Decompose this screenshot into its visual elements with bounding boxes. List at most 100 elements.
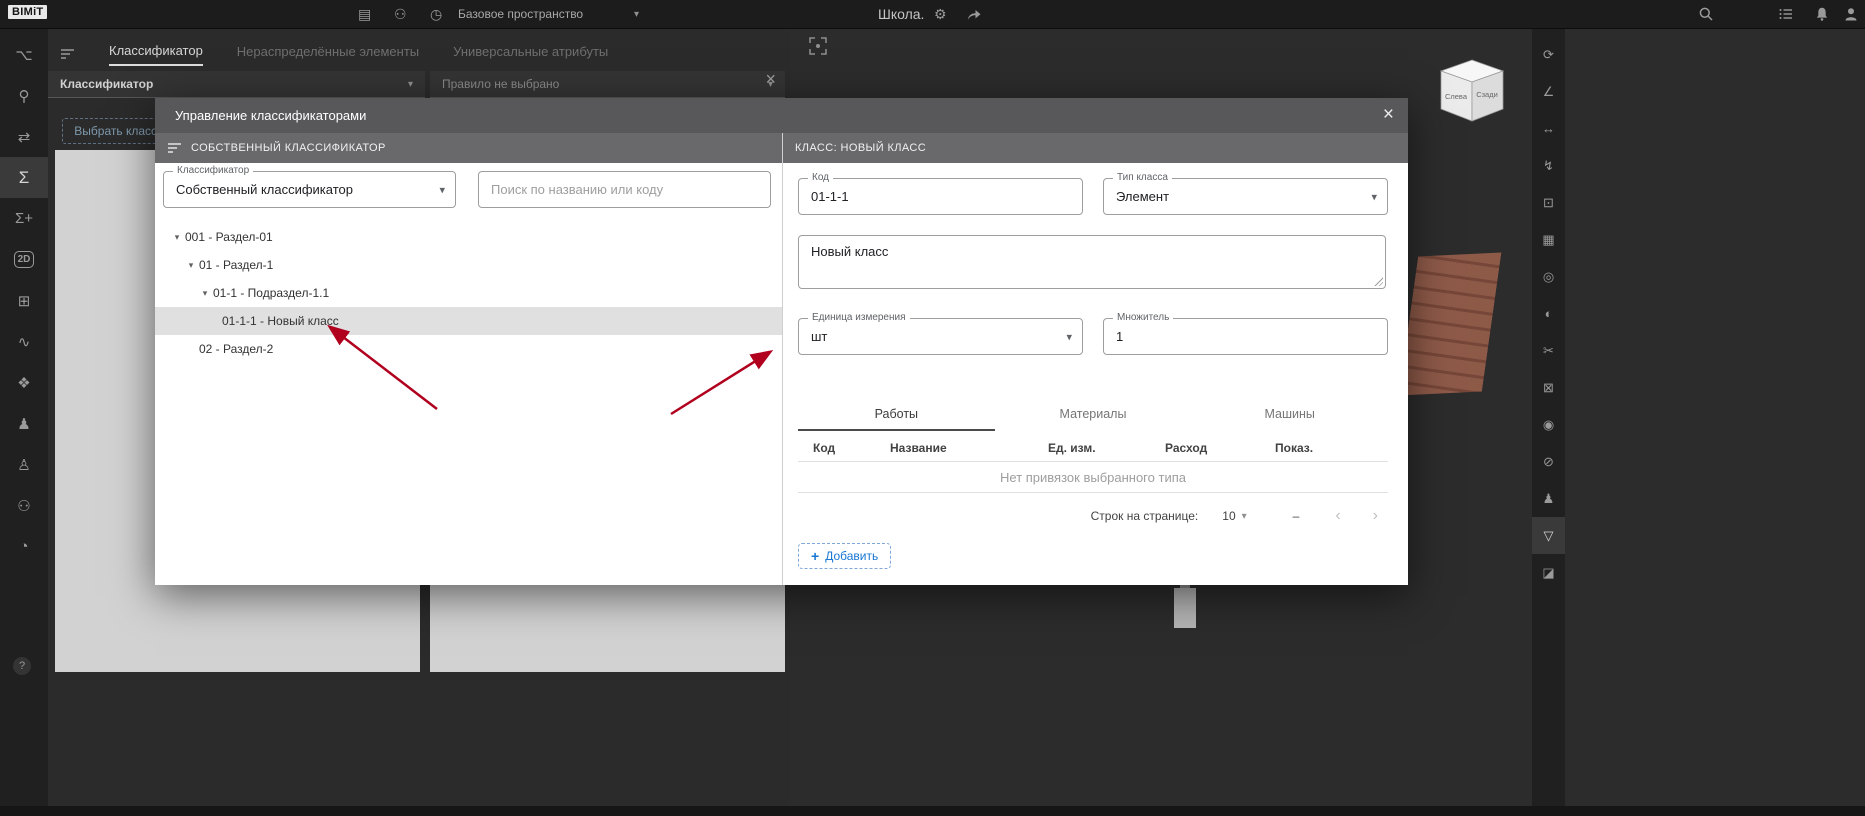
classifier-select[interactable]: Классификатор Собственный классификатор … [163, 165, 456, 208]
tree-item-razdel-01[interactable]: ▾ 001 - Раздел-01 [155, 223, 782, 251]
chevron-down-icon: ▾ [1241, 510, 1247, 522]
people-icon[interactable]: ⚇ [0, 485, 48, 526]
3d-model-brick-fragment [1399, 241, 1502, 407]
tab-universal-attributes[interactable]: Универсальные атрибуты [453, 44, 608, 65]
dialog-title: Управление классификаторами [175, 108, 367, 123]
dialog-right-pane: КЛАСС: НОВЫЙ КЛАСС Код 01-1-1 Тип класса… [783, 133, 1408, 585]
settings-gear-icon[interactable]: ⚙ [934, 0, 947, 28]
space-selector[interactable]: Базовое пространство [458, 0, 583, 28]
tree-item-razdel-1[interactable]: ▾ 01 - Раздел-1 [155, 251, 782, 279]
tree-expand-icon[interactable]: ▾ [197, 288, 213, 299]
column-header-name: Название [890, 441, 947, 455]
clip-box-icon[interactable]: ⊠ [1532, 369, 1565, 406]
bindings-tab-bar: Работы Материалы Машины [798, 401, 1388, 431]
rows-per-page-label: Строк на странице: [1090, 509, 1199, 523]
ruler-icon[interactable]: ∠ [1532, 73, 1565, 110]
multiplier-field[interactable]: Множитель 1 [1103, 312, 1388, 355]
page-range-text: – [1292, 509, 1300, 523]
class-name-value: Новый класс [811, 244, 889, 259]
class-type-value: Элемент [1116, 189, 1170, 204]
space-selector-label: Базовое пространство [458, 7, 584, 21]
class-name-textarea[interactable]: Новый класс [798, 235, 1386, 289]
tab-materials[interactable]: Материалы [995, 401, 1192, 431]
collaboration-icon[interactable]: ⚇ [394, 0, 407, 28]
tree-item-label: 001 - Раздел-01 [185, 230, 273, 244]
3d-model-pillar [1174, 588, 1196, 628]
column-header-consumption: Расход [1165, 441, 1208, 455]
classifier-search-input[interactable] [478, 171, 771, 208]
dimension-icon[interactable]: ↔ [1532, 110, 1565, 147]
rows-per-page-select[interactable]: 10 ▾ [1222, 509, 1246, 523]
help-button[interactable]: ? [13, 657, 31, 675]
globe-icon[interactable]: ◐ [1532, 295, 1565, 332]
tab-unassigned-elements[interactable]: Нераспределённые элементы [237, 44, 419, 65]
tree-item-podrazdel-1-1[interactable]: ▾ 01-1 - Подраздел-1.1 [155, 279, 782, 307]
next-page-icon[interactable]: › [1373, 508, 1378, 524]
lightning-icon[interactable]: ↯ [1532, 147, 1565, 184]
add-binding-button[interactable]: + Добавить [798, 543, 892, 569]
plugins-icon[interactable]: ❖ [0, 362, 48, 403]
chevron-down-icon: ▾ [1066, 331, 1072, 343]
status-bar [0, 806, 1865, 816]
notifications-bell-icon[interactable] [1814, 0, 1830, 28]
links-icon[interactable]: ⇄ [0, 116, 48, 157]
account-sync-icon[interactable]: ◷ [430, 0, 442, 28]
sort-menu-icon[interactable] [60, 48, 75, 60]
grid-icon[interactable]: ▦ [1532, 221, 1565, 258]
add-binding-label: Добавить [825, 549, 879, 563]
tree-expand-icon[interactable]: ▾ [169, 232, 185, 243]
hide-eye-icon[interactable]: ⊘ [1532, 443, 1565, 480]
focus-target-icon[interactable]: ◎ [1532, 258, 1565, 295]
previous-page-icon[interactable]: ‹ [1335, 508, 1340, 524]
unit-select[interactable]: Единица измерения шт ▾ [798, 312, 1083, 355]
tab-works[interactable]: Работы [798, 401, 995, 431]
class-type-select[interactable]: Тип класса Элемент ▾ [1103, 172, 1388, 215]
person-icon[interactable]: ♟ [0, 403, 48, 444]
tab-machines[interactable]: Машины [1191, 401, 1388, 431]
view-2d-icon[interactable]: 2D [0, 239, 48, 280]
cube-face-label-left: Слева [1445, 92, 1468, 101]
tree-expand-icon[interactable]: ▾ [183, 260, 199, 271]
tree-item-label: 02 - Раздел-2 [199, 342, 274, 356]
user-avatar-icon[interactable] [1843, 0, 1859, 28]
bindings-table-header: Код Название Ед. изм. Расход Показ. [798, 435, 1388, 462]
person-export-icon[interactable]: ♙ [0, 444, 48, 485]
orbit-icon[interactable]: ⟳ [1532, 36, 1565, 73]
sum-classifier-icon[interactable]: Σ [0, 157, 48, 198]
rule-filter-dropdown[interactable]: Правило не выбрано ▾ [430, 71, 785, 98]
right-empty-area [1565, 28, 1865, 806]
tree-item-razdel-2[interactable]: 02 - Раздел-2 [155, 335, 782, 363]
tree-item-novyy-klass-selected[interactable]: 01-1-1 - Новый класс [155, 307, 782, 335]
pagination-bar: Строк на странице: 10 ▾ – ‹ › [798, 501, 1388, 531]
classifier-filter-dropdown[interactable]: Классификатор ▾ [48, 71, 425, 98]
right-toolbar: ⟳ ∠ ↔ ↯ ⊡ ▦ ◎ ◐ ✂ ⊠ ◉ ⊘ ♟ ▽ ◪ [1532, 28, 1565, 806]
tab-classifier[interactable]: Классификатор [109, 43, 203, 66]
cube-view-icon[interactable]: ⊡ [1532, 184, 1565, 221]
chevron-down-icon: ▾ [1371, 191, 1377, 203]
search-icon[interactable] [1698, 0, 1714, 28]
model-structure-icon[interactable]: ⌥ [0, 34, 48, 75]
walkthrough-icon[interactable]: ♟ [1532, 480, 1565, 517]
share-icon[interactable] [966, 0, 982, 28]
panel-close-icon[interactable]: × [765, 70, 776, 88]
space-selector-chevron-icon[interactable]: ▾ [634, 0, 639, 28]
toolbox-icon[interactable]: ▤ [358, 0, 371, 28]
line-chart-icon[interactable]: ∿ [0, 321, 48, 362]
sort-menu-icon[interactable] [167, 142, 182, 154]
sum-add-icon[interactable]: Σ+ [0, 198, 48, 239]
task-list-icon[interactable] [1778, 0, 1794, 28]
navigation-cube[interactable]: Слева Сзади [1435, 57, 1509, 129]
show-eye-icon[interactable]: ◉ [1532, 406, 1565, 443]
section-box-icon[interactable]: ◪ [1532, 554, 1565, 591]
filter-icon[interactable]: ▽ [1532, 517, 1565, 554]
dialog-close-icon[interactable]: × [1383, 105, 1394, 124]
code-field-value: 01-1-1 [811, 189, 849, 204]
viewport-target-icon[interactable] [808, 36, 828, 56]
empty-table-message: Нет привязок выбранного типа [798, 462, 1388, 493]
code-field[interactable]: Код 01-1-1 [798, 172, 1083, 215]
column-header-code: Код [813, 441, 836, 455]
section-cut-icon[interactable]: ✂ [1532, 332, 1565, 369]
org-chart-icon[interactable]: ⊞ [0, 280, 48, 321]
gauge-icon[interactable]: ◔ [0, 526, 48, 567]
pin-icon[interactable]: ⚲ [0, 75, 48, 116]
